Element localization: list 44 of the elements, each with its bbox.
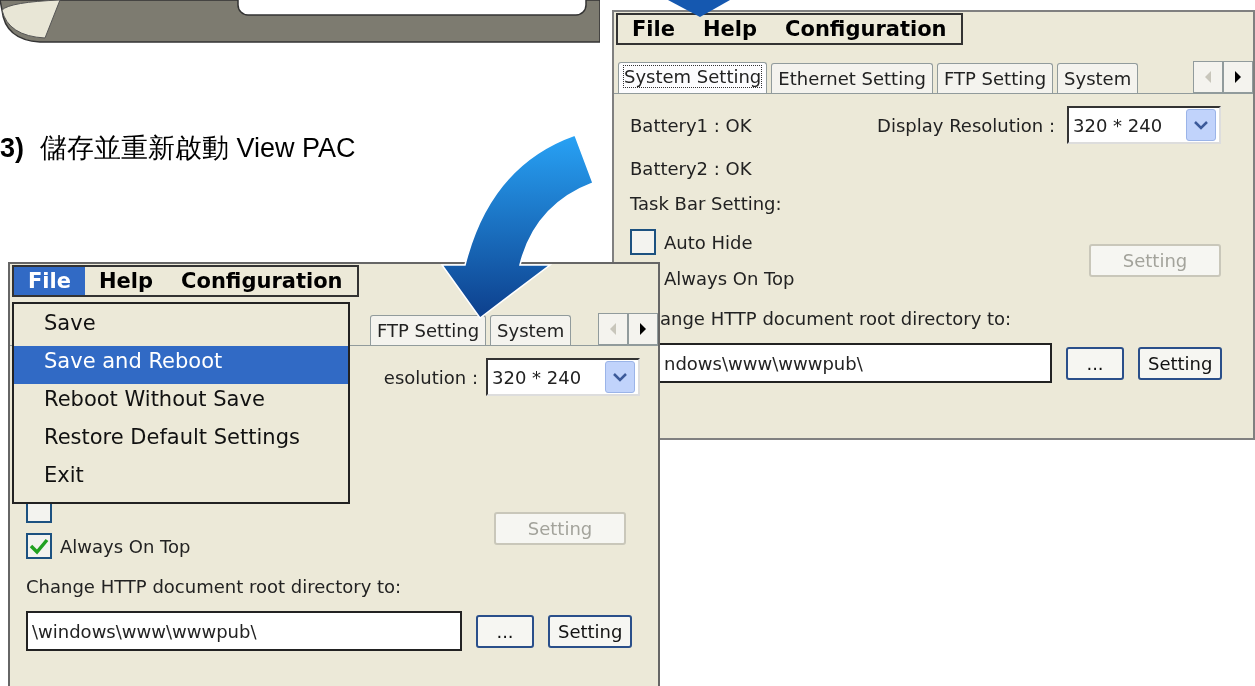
menu-item[interactable]: Save and Reboot: [14, 346, 348, 384]
status-text: Battery1 : OK: [630, 114, 752, 136]
menu-item[interactable]: Restore Default Settings: [14, 422, 348, 460]
browse-button[interactable]: ...: [476, 614, 534, 648]
path-input-field[interactable]: \windows\www\wwwpub\: [26, 611, 462, 651]
menu-item[interactable]: File: [14, 267, 85, 295]
status-text: Battery2 : OK: [630, 158, 752, 179]
taskbar-label: Task Bar Setting:: [630, 193, 782, 214]
menu-item[interactable]: Save: [14, 308, 348, 346]
menu-item[interactable]: Reboot Without Save: [14, 384, 348, 422]
setting-button[interactable]: Setting: [548, 614, 633, 648]
menu-item[interactable]: Help: [85, 267, 168, 295]
resolution-label: esolution :: [383, 366, 478, 388]
tab[interactable]: System: [490, 315, 572, 345]
checkbox[interactable]: [630, 229, 656, 255]
menu-item[interactable]: Configuration: [771, 15, 961, 43]
setting-button[interactable]: Setting: [1138, 346, 1223, 380]
resolution-dropdown[interactable]: 320 * 240: [486, 358, 640, 396]
path-input-field[interactable]: ndows\www\wwwpub\: [658, 343, 1052, 383]
tab[interactable]: FTP Setting: [370, 315, 487, 345]
checkbox-label: Auto Hide: [664, 231, 753, 253]
checkbox-label: Always On Top: [664, 267, 795, 289]
menu-item[interactable]: File: [618, 15, 689, 43]
browse-button[interactable]: ...: [1066, 346, 1124, 380]
tab[interactable]: System Setting: [618, 62, 768, 93]
step-number: 3): [0, 133, 24, 164]
chevron-down-icon: [1194, 120, 1208, 130]
http-root-label: ange HTTP document root directory to:: [660, 308, 1012, 329]
resolution-label: Display Resolution :: [877, 114, 1055, 136]
tab[interactable]: Ethernet Setting: [771, 63, 933, 93]
menu-item[interactable]: Help: [689, 15, 772, 43]
http-root-label: Change HTTP document root directory to:: [26, 576, 402, 597]
scroll-right-icon[interactable]: [1223, 61, 1253, 93]
arrow-head-icon: [668, 0, 730, 17]
chevron-down-icon: [613, 372, 627, 382]
step-title: 儲存並重新啟動 View PAC: [40, 132, 356, 165]
menu-item[interactable]: Configuration: [167, 267, 357, 295]
scroll-right-icon[interactable]: [628, 313, 658, 345]
tab[interactable]: System: [1057, 63, 1139, 93]
tab[interactable]: FTP Setting: [937, 63, 1054, 93]
menu-item[interactable]: Exit: [14, 460, 348, 498]
resolution-dropdown[interactable]: 320 * 240: [1067, 106, 1221, 144]
checkbox[interactable]: [26, 533, 52, 559]
checkbox-label: Always On Top: [60, 535, 191, 557]
